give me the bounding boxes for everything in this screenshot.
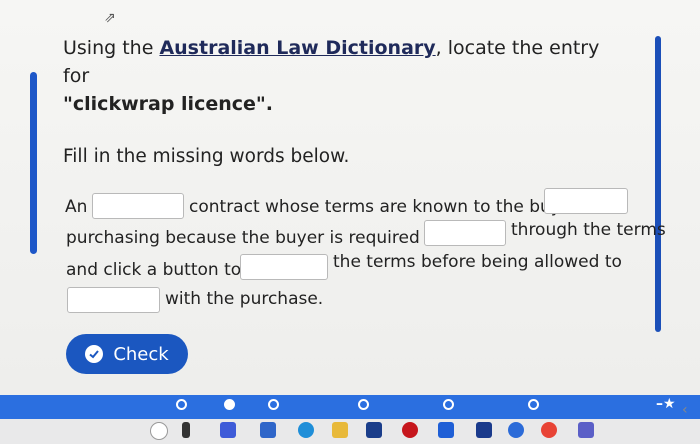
passage-segment-5: the terms before being allowed to	[333, 252, 622, 272]
app-icon[interactable]	[476, 422, 492, 438]
mouse-cursor-icon: ⇗	[104, 10, 116, 26]
progress-dot-1[interactable]	[176, 399, 187, 410]
passage-segment-4: and click a button to	[66, 260, 242, 280]
instruction-text: Fill in the missing words below.	[63, 146, 350, 167]
question-progress-bar: –★	[0, 395, 700, 419]
question-text: Using the Australian Law Dictionary, loc…	[63, 34, 623, 118]
file-explorer-icon[interactable]	[332, 422, 348, 438]
blank-input-4[interactable]	[240, 254, 328, 280]
dictionary-link[interactable]: Australian Law Dictionary	[159, 37, 435, 59]
passage-segment-2: purchasing because the buyer is required…	[66, 228, 443, 248]
passage-word-an: An	[65, 197, 88, 217]
store-icon[interactable]	[260, 422, 276, 438]
progress-dot-3[interactable]	[268, 399, 279, 410]
left-accent-bar	[30, 72, 37, 254]
chat-icon[interactable]	[220, 422, 236, 438]
passage-segment-3: through the terms	[511, 220, 666, 240]
question-intro: Using the	[63, 37, 160, 59]
scrollbar[interactable]	[655, 36, 661, 332]
check-button[interactable]: Check	[66, 334, 188, 374]
blank-input-2[interactable]	[544, 188, 628, 214]
search-icon[interactable]	[150, 422, 168, 440]
taskbar	[0, 419, 700, 444]
progress-dot-4[interactable]	[358, 399, 369, 410]
dropbox-icon[interactable]	[438, 422, 454, 438]
passage-segment-1: contract whose terms are known to the bu…	[189, 197, 579, 217]
chrome-icon[interactable]	[541, 422, 557, 438]
passage-segment-6: with the purchase.	[165, 289, 324, 309]
teams-icon[interactable]	[578, 422, 594, 438]
task-view-icon[interactable]	[182, 422, 190, 438]
progress-dot-5[interactable]	[443, 399, 454, 410]
progress-dot-2[interactable]	[224, 399, 235, 410]
checkmark-icon	[85, 345, 104, 363]
chevron-left-icon[interactable]: ‹	[682, 402, 688, 418]
question-term: "clickwrap licence".	[63, 93, 274, 115]
progress-dot-6[interactable]	[528, 399, 539, 410]
mail-icon[interactable]	[366, 422, 382, 438]
blank-input-1[interactable]	[92, 193, 184, 219]
question-panel: ⇗ Using the Australian Law Dictionary, l…	[0, 0, 700, 395]
star-icon[interactable]: –★	[656, 396, 676, 412]
blank-input-5[interactable]	[67, 287, 160, 313]
check-button-label: Check	[113, 343, 169, 365]
mcafee-icon[interactable]	[402, 422, 418, 438]
blank-input-3[interactable]	[424, 220, 506, 246]
app-icon-2[interactable]	[508, 422, 524, 438]
edge-icon[interactable]	[298, 422, 314, 438]
